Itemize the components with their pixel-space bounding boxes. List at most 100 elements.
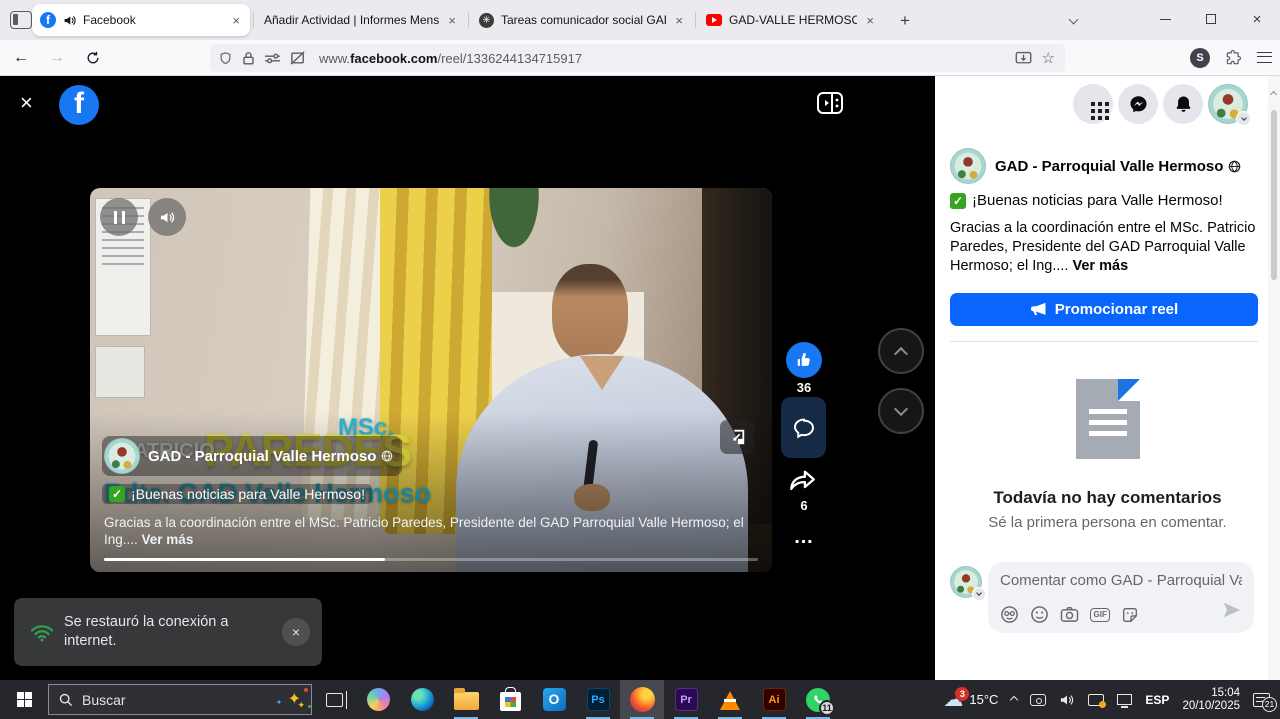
facebook-logo[interactable]: f: [59, 85, 99, 125]
page-avatar[interactable]: [104, 438, 140, 474]
apps-menu-button[interactable]: [1073, 84, 1113, 124]
cast-tray-icon[interactable]: [1088, 694, 1104, 706]
page-row[interactable]: GAD - Parroquial Valle Hermoso: [950, 148, 1241, 184]
pause-icon: [114, 211, 125, 224]
profile-avatar-button[interactable]: [1208, 84, 1248, 124]
window-close-button[interactable]: ×: [1234, 0, 1280, 38]
comment-input[interactable]: Comentar como GAD - Parroquial Vall... G…: [988, 562, 1254, 633]
tab-informes[interactable]: Añadir Actividad | Informes Mensua ×: [256, 4, 466, 36]
camera-icon[interactable]: [1060, 606, 1079, 623]
see-more-link[interactable]: Ver más: [1073, 258, 1129, 274]
more-options-button[interactable]: …: [786, 526, 822, 549]
language-indicator[interactable]: ESP: [1145, 693, 1169, 707]
picture-in-picture-button[interactable]: [720, 420, 754, 454]
clock[interactable]: 15:04 20/10/2025: [1182, 687, 1240, 713]
hidden-icons-chevron[interactable]: [1010, 695, 1018, 703]
toast-message: Se restauró la conexión a internet.: [64, 613, 240, 651]
promote-reel-button[interactable]: Promocionar reel: [950, 293, 1258, 326]
start-button[interactable]: [0, 680, 48, 719]
taskbar-copilot[interactable]: [356, 680, 400, 719]
premiere-icon: Pr: [675, 688, 698, 711]
save-page-icon[interactable]: [1015, 51, 1032, 66]
tab-audio-icon[interactable]: [63, 14, 76, 27]
taskbar-photoshop[interactable]: Ps: [576, 680, 620, 719]
volume-tray-icon[interactable]: [1059, 693, 1075, 707]
avatar-sticker-icon[interactable]: [1000, 605, 1019, 624]
pause-button[interactable]: [100, 198, 138, 236]
scroll-thumb[interactable]: [1271, 110, 1277, 280]
window-minimize-button[interactable]: [1142, 0, 1188, 38]
taskbar-store[interactable]: [488, 680, 532, 719]
firefox-view-icon[interactable]: [10, 11, 32, 29]
tab-close-icon[interactable]: ×: [230, 13, 242, 28]
window-restore-button[interactable]: [1188, 0, 1234, 38]
chatgpt-favicon: ✳: [479, 13, 494, 28]
blocked-media-icon[interactable]: [290, 51, 306, 65]
taskbar-file-explorer[interactable]: [444, 680, 488, 719]
gif-icon[interactable]: GIF: [1090, 608, 1110, 622]
previous-reel-button[interactable]: [878, 328, 924, 374]
new-tab-button[interactable]: +: [892, 8, 918, 34]
url-bar[interactable]: www.facebook.com/reel/1336244134715917 ☆: [210, 44, 1065, 72]
permissions-icon[interactable]: [264, 52, 281, 65]
taskbar-vlc[interactable]: [708, 680, 752, 719]
volume-button[interactable]: [148, 198, 186, 236]
notification-center-button[interactable]: 21: [1253, 693, 1270, 707]
comment-button[interactable]: [781, 397, 826, 458]
next-reel-button[interactable]: [878, 388, 924, 434]
capture-tray-icon[interactable]: [1030, 694, 1046, 706]
url-text[interactable]: www.facebook.com/reel/1336244134715917: [319, 51, 582, 66]
menu-hamburger-icon[interactable]: [1257, 52, 1272, 63]
extensions-puzzle-icon[interactable]: [1225, 49, 1242, 66]
scrollbar[interactable]: [1268, 76, 1280, 680]
taskbar-task-view[interactable]: [312, 680, 356, 719]
messenger-button[interactable]: [1118, 84, 1158, 124]
screen: f Facebook × Añadir Actividad | Informes…: [0, 0, 1280, 719]
scroll-up-icon[interactable]: [1270, 91, 1277, 98]
sticker-icon[interactable]: [1121, 606, 1139, 624]
taskbar-firefox[interactable]: [620, 680, 664, 719]
reel-page-row[interactable]: GAD - Parroquial Valle Hermoso: [102, 436, 402, 476]
forward-button[interactable]: →: [42, 44, 72, 72]
reel-video[interactable]: MSc. PAREDES ATRICIO Pdte. GAD Valle Her…: [90, 188, 772, 572]
taskbar-search[interactable]: Buscar ✦ ✦ ✦: [48, 684, 312, 715]
main-content: × f MSc. PAREDES: [0, 76, 1280, 680]
comment-placeholder: Comentar como GAD - Parroquial Vall...: [1000, 572, 1242, 589]
tab-close-icon[interactable]: ×: [864, 13, 876, 28]
composer-avatar[interactable]: [950, 566, 982, 598]
divider: [950, 341, 1258, 342]
taskbar-whatsapp[interactable]: 11: [796, 680, 840, 719]
taskbar-premiere[interactable]: Pr: [664, 680, 708, 719]
video-progress-track[interactable]: [104, 558, 758, 562]
like-button[interactable]: [786, 342, 822, 378]
page-avatar[interactable]: [950, 148, 986, 184]
tab-close-icon[interactable]: ×: [446, 13, 458, 28]
check-emoji: ✓: [950, 193, 966, 209]
list-tabs-button[interactable]: [1050, 0, 1096, 38]
shield-icon[interactable]: [218, 51, 233, 66]
tab-close-icon[interactable]: ×: [673, 13, 685, 28]
weather-widget[interactable]: ☁ 3 15°C: [943, 690, 998, 710]
taskbar-edge[interactable]: [400, 680, 444, 719]
collapse-sidebar-icon[interactable]: [816, 91, 844, 120]
bookmark-star-icon[interactable]: ☆: [1042, 49, 1055, 67]
network-tray-icon[interactable]: [1117, 694, 1132, 705]
notifications-button[interactable]: [1163, 84, 1203, 124]
share-button[interactable]: [787, 466, 821, 496]
emoji-smile-icon[interactable]: [1030, 605, 1049, 624]
see-more-link[interactable]: Ver más: [142, 532, 194, 547]
tab-facebook[interactable]: f Facebook ×: [32, 4, 250, 36]
taskbar-outlook[interactable]: O: [532, 680, 576, 719]
send-comment-button[interactable]: [1222, 601, 1242, 624]
page-name-link[interactable]: GAD - Parroquial Valle Hermoso: [148, 448, 393, 465]
page-name-link[interactable]: GAD - Parroquial Valle Hermoso: [995, 158, 1241, 175]
reel-close-icon[interactable]: ×: [20, 92, 33, 114]
reload-button[interactable]: [78, 44, 108, 72]
toast-close-button[interactable]: ×: [282, 618, 310, 646]
lock-icon[interactable]: [242, 51, 255, 66]
back-button[interactable]: ←: [6, 44, 36, 72]
extension-s-icon[interactable]: S: [1190, 48, 1210, 68]
taskbar-illustrator[interactable]: Ai: [752, 680, 796, 719]
tab-chatgpt[interactable]: ✳ Tareas comunicador social GAD ×: [471, 4, 693, 36]
tab-youtube[interactable]: GAD-VALLE HERMOSO - YouTu ×: [698, 4, 884, 36]
